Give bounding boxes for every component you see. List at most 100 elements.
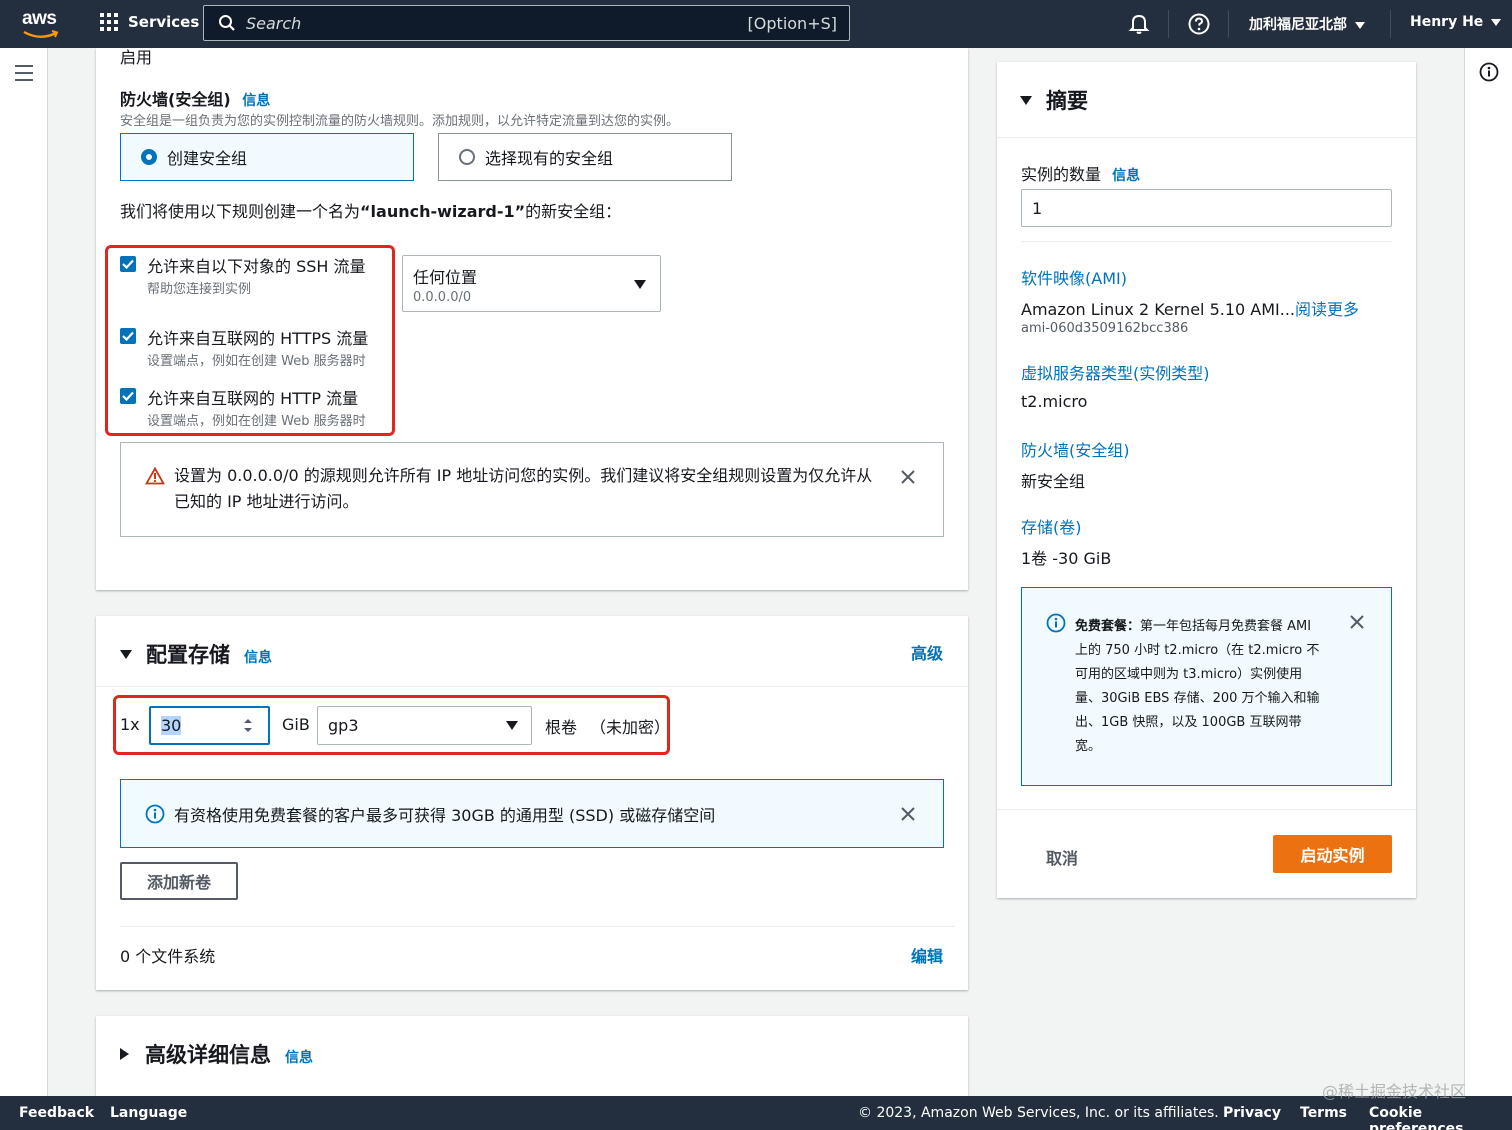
- instance-count-heading: 实例的数量 信息: [1021, 161, 1140, 185]
- volume-size-value[interactable]: 30: [161, 716, 182, 735]
- region-label: 加利福尼亚北部: [1249, 17, 1347, 33]
- search-shortcut: [Option+S]: [747, 14, 837, 33]
- create-security-group-label: 创建安全组: [167, 149, 248, 168]
- volume-size-stepper[interactable]: 30: [149, 706, 270, 745]
- radio-unselected: [459, 149, 475, 165]
- storage-value: 1卷 -30 GiB: [1021, 549, 1112, 568]
- firewall-info-link[interactable]: 信息: [242, 93, 270, 109]
- help-icon[interactable]: [1187, 12, 1211, 36]
- close-icon[interactable]: [900, 806, 916, 822]
- feedback-link[interactable]: Feedback: [19, 1105, 94, 1121]
- free-tier-storage-text: 有资格使用免费套餐的客户最多可获得 30GB 的通用型 (SSD) 或磁存储空间: [174, 806, 716, 825]
- ami-name: Amazon Linux 2 Kernel 5.10 AMI...: [1021, 300, 1295, 319]
- menu-icon[interactable]: [15, 65, 33, 86]
- rule-ssh-desc: 帮助您连接到实例: [147, 282, 252, 297]
- ami-name-row: Amazon Linux 2 Kernel 5.10 AMI...阅读更多: [1021, 296, 1359, 320]
- rules-intro-suffix: 的新安全组：: [525, 202, 622, 221]
- top-navigation: aws Services [Option+S] 加利福尼亚北部 Henry He: [0, 0, 1512, 48]
- rules-intro-name: “launch-wizard-1”: [360, 202, 526, 221]
- caret-down-icon: [1491, 18, 1502, 26]
- summary-header[interactable]: 摘要: [1020, 85, 1088, 115]
- network-settings-panel: 启用 防火墙(安全组) 信息 安全组是一组负责为您的实例控制流量的防火墙规则。添…: [96, 48, 968, 590]
- info-icon[interactable]: [1479, 62, 1499, 82]
- create-security-group-option[interactable]: 创建安全组: [120, 133, 414, 181]
- cancel-button[interactable]: 取消: [1046, 845, 1078, 869]
- ssh-source-label: 任何位置: [413, 268, 478, 287]
- caret-down-icon: [1020, 95, 1032, 105]
- user-label: Henry He: [1410, 14, 1484, 30]
- warning-alert: 设置为 0.0.0.0/0 的源规则允许所有 IP 地址访问您的实例。我们建议将…: [120, 442, 944, 537]
- ami-heading-link[interactable]: 软件映像(AMI): [1021, 265, 1127, 289]
- firewall-title: 防火墙(安全组): [120, 90, 231, 109]
- free-tier-storage-alert: 有资格使用免费套餐的客户最多可获得 30GB 的通用型 (SSD) 或磁存储空间: [120, 779, 944, 848]
- add-volume-button[interactable]: 添加新卷: [120, 862, 238, 900]
- terms-link[interactable]: Terms: [1300, 1105, 1347, 1121]
- edit-filesystems-link[interactable]: 编辑: [911, 943, 943, 967]
- storage-title: 配置存储: [146, 643, 230, 667]
- radio-selected: [141, 149, 157, 165]
- storage-info-link[interactable]: 信息: [244, 647, 272, 667]
- advanced-title: 高级详细信息: [145, 1043, 271, 1067]
- rule-https-label: 允许来自互联网的 HTTPS 流量: [147, 329, 369, 348]
- rule-http-desc: 设置端点，例如在创建 Web 服务器时: [147, 414, 366, 429]
- caret-down-icon: [634, 280, 646, 289]
- volume-count: 1x: [120, 715, 140, 734]
- select-existing-group-option[interactable]: 选择现有的安全组: [438, 133, 732, 181]
- free-tier-content: 免费套餐：第一年包括每月免费套餐 AMI 上的 750 小时 t2.micro（…: [1075, 615, 1327, 759]
- advanced-details-panel: 高级详细信息 信息: [96, 1016, 968, 1096]
- services-label: Services: [128, 13, 200, 31]
- volume-type-select[interactable]: gp3: [317, 706, 532, 745]
- left-rail: [0, 48, 48, 1096]
- caret-down-icon: [120, 649, 132, 659]
- instance-count-label: 实例的数量: [1021, 165, 1102, 184]
- free-tier-alert: 免费套餐：第一年包括每月免费套餐 AMI 上的 750 小时 t2.micro（…: [1021, 587, 1392, 786]
- checkbox-icon[interactable]: [120, 388, 136, 404]
- user-menu[interactable]: Henry He: [1410, 14, 1502, 30]
- close-icon[interactable]: [900, 469, 916, 485]
- services-menu[interactable]: Services: [100, 13, 199, 31]
- firewall-heading: 防火墙(安全组) 信息: [120, 86, 270, 110]
- grid-icon: [100, 13, 118, 31]
- checkbox-icon[interactable]: [120, 256, 136, 272]
- launch-instance-button[interactable]: 启动实例: [1273, 835, 1392, 873]
- bell-icon[interactable]: [1127, 12, 1151, 36]
- storage-header[interactable]: 配置存储 信息: [120, 639, 272, 669]
- instance-count-info-link[interactable]: 信息: [1112, 168, 1140, 184]
- advanced-link[interactable]: 高级: [911, 640, 943, 664]
- search-bar[interactable]: [Option+S]: [203, 5, 850, 41]
- language-link[interactable]: Language: [110, 1105, 187, 1121]
- storage-heading-link[interactable]: 存储(卷): [1021, 514, 1082, 538]
- ssh-source-value: 0.0.0.0/0: [413, 290, 472, 305]
- warning-icon: [145, 467, 165, 485]
- rules-intro-prefix: 我们将使用以下规则创建一个名为: [120, 202, 361, 221]
- rule-http-label: 允许来自互联网的 HTTP 流量: [147, 389, 359, 408]
- instance-type-heading-link[interactable]: 虚拟服务器类型(实例类型): [1021, 360, 1210, 384]
- privacy-link[interactable]: Privacy: [1223, 1105, 1281, 1121]
- right-rail: [1464, 48, 1512, 1096]
- cookie-preferences-link[interactable]: Cookie preferences: [1369, 1105, 1512, 1130]
- ami-readmore-link[interactable]: 阅读更多: [1295, 300, 1359, 319]
- info-icon: [145, 804, 165, 824]
- encryption-label: （未加密）: [590, 718, 671, 737]
- select-existing-group-label: 选择现有的安全组: [485, 149, 614, 168]
- volume-type-value: gp3: [328, 716, 359, 735]
- close-icon[interactable]: [1349, 614, 1365, 630]
- rules-intro: 我们将使用以下规则创建一个名为“launch-wizard-1”的新安全组：: [120, 198, 621, 222]
- caret-right-icon: [120, 1048, 129, 1060]
- free-tier-title: 免费套餐：: [1075, 619, 1141, 634]
- firewall-description: 安全组是一组负责为您的实例控制流量的防火墙规则。添加规则，以允许特定流量到达您的…: [120, 114, 680, 129]
- warning-text: 设置为 0.0.0.0/0 的源规则允许所有 IP 地址访问您的实例。我们建议将…: [174, 466, 873, 511]
- advanced-header[interactable]: 高级详细信息 信息: [120, 1039, 313, 1069]
- firewall-heading-link[interactable]: 防火墙(安全组): [1021, 437, 1130, 461]
- storage-panel: 配置存储 信息 高级 1x 30 GiB gp3 根卷 （未加密） 有资格使用免…: [96, 616, 968, 990]
- checkbox-icon[interactable]: [120, 328, 136, 344]
- ssh-source-select[interactable]: 任何位置 0.0.0.0/0: [402, 255, 661, 312]
- filesystems-label: 0 个文件系统: [120, 947, 216, 966]
- advanced-info-link[interactable]: 信息: [285, 1047, 313, 1067]
- search-input[interactable]: [246, 13, 726, 33]
- stepper-arrows-icon[interactable]: [243, 717, 253, 734]
- summary-panel: 摘要 实例的数量 信息 1 软件映像(AMI) Amazon Linux 2 K…: [997, 62, 1416, 898]
- aws-logo[interactable]: aws: [22, 8, 62, 40]
- instance-count-input[interactable]: 1: [1021, 189, 1392, 227]
- region-selector[interactable]: 加利福尼亚北部: [1249, 14, 1365, 34]
